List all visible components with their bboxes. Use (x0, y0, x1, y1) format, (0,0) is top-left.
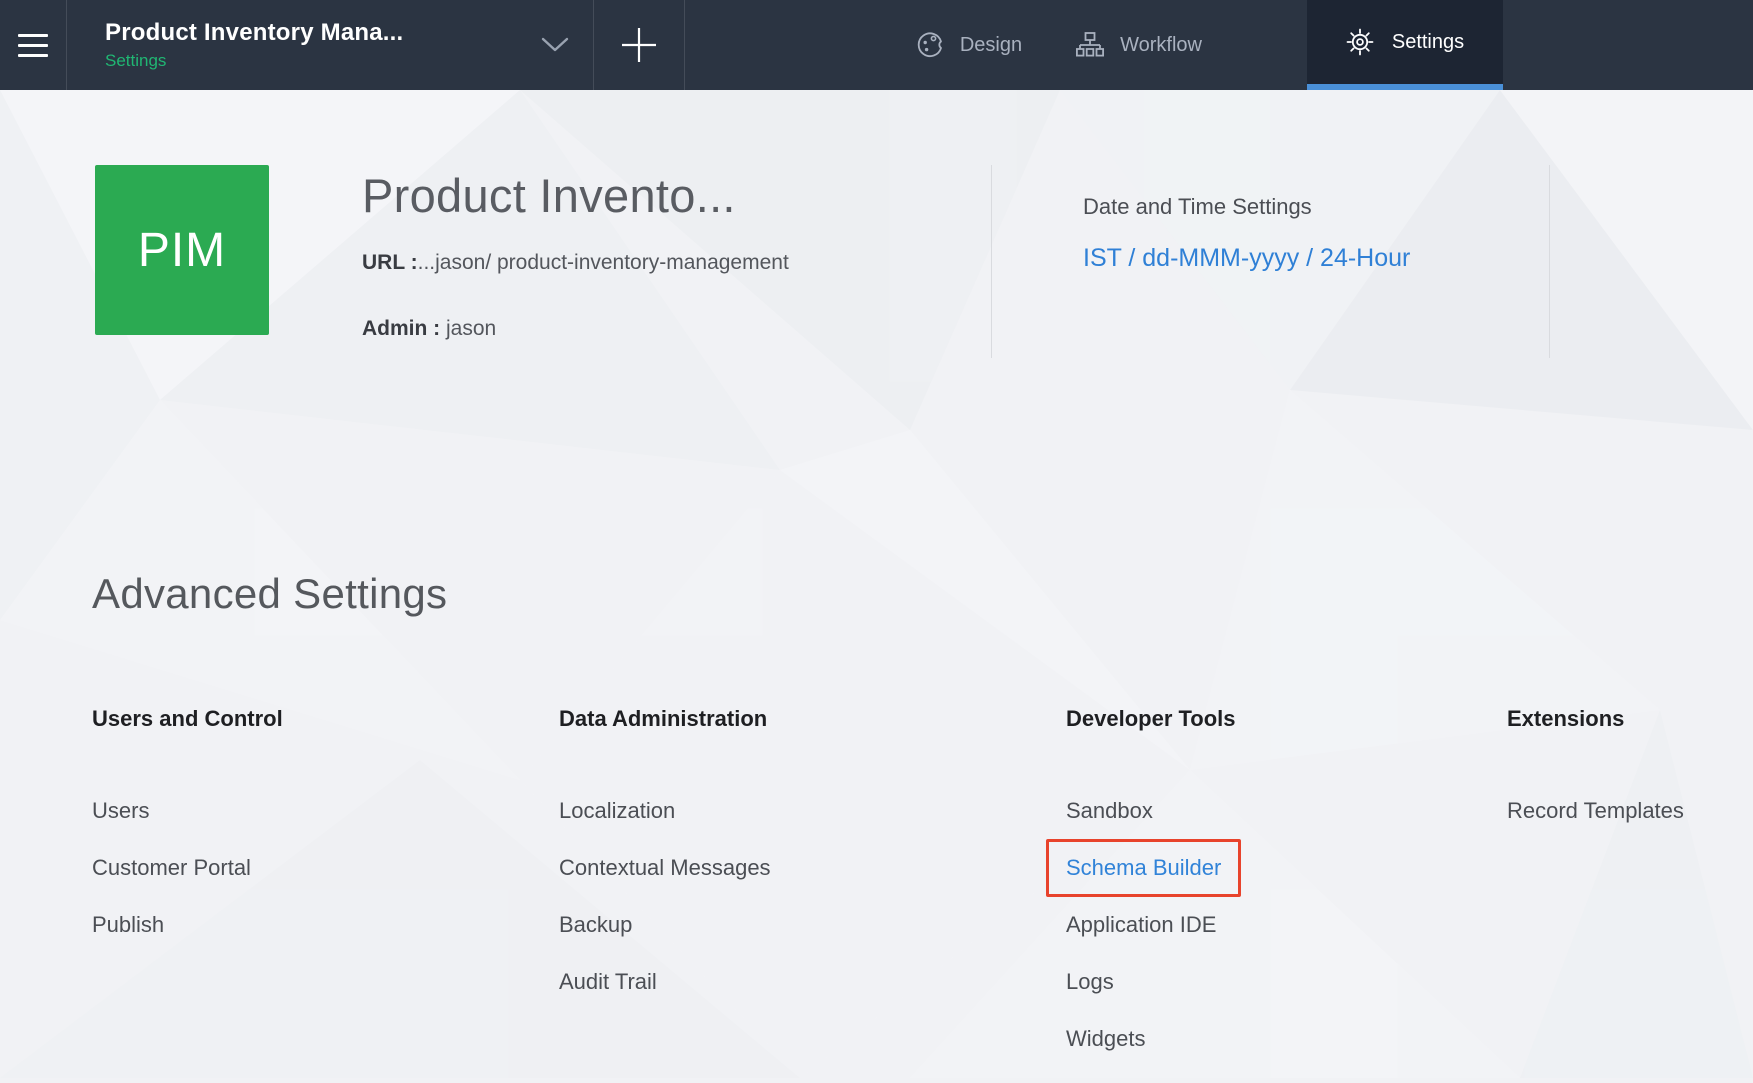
settings-link-backup[interactable]: Backup (559, 912, 632, 937)
settings-link-publish[interactable]: Publish (92, 912, 164, 937)
nav-tab-design[interactable]: Design (889, 0, 1049, 90)
list-item: Publish (92, 912, 283, 941)
settings-link-users[interactable]: Users (92, 798, 149, 823)
list-item: Contextual Messages (559, 855, 771, 884)
nav-label: Settings (1392, 31, 1464, 54)
app-tab-text: Product Inventory Mana... Settings (105, 19, 403, 71)
gear-icon (1346, 28, 1374, 56)
datetime-settings-heading: Date and Time Settings (1083, 194, 1312, 220)
workflow-icon (1076, 31, 1104, 59)
list-item: Localization (559, 798, 771, 827)
advanced-settings-heading: Advanced Settings (92, 570, 447, 618)
list-item: Users (92, 798, 283, 827)
chevron-down-icon (541, 37, 569, 53)
topbar: Product Inventory Mana... Settings Desig… (0, 0, 1753, 90)
topbar-nav: Design Workflow (889, 0, 1503, 90)
nav-label: Workflow (1120, 34, 1202, 57)
settings-link-localization[interactable]: Localization (559, 798, 675, 823)
column-header: Developer Tools (1066, 706, 1236, 732)
settings-link-customer-portal[interactable]: Customer Portal (92, 855, 251, 880)
admin-value: jason (446, 317, 496, 340)
app-admin-row: Admin : jason (362, 317, 496, 341)
settings-link-contextual-messages[interactable]: Contextual Messages (559, 855, 771, 880)
list-item: Record Templates (1507, 798, 1684, 827)
hamburger-menu-button[interactable] (0, 0, 67, 90)
settings-link-widgets[interactable]: Widgets (1066, 1026, 1145, 1051)
palette-icon (916, 31, 944, 59)
nav-label: Design (960, 34, 1022, 57)
list-item: Schema Builder (1066, 855, 1236, 884)
list-item: Widgets (1066, 1026, 1236, 1055)
settings-page: PIM Product Invento... URL :...jason/ pr… (0, 0, 1753, 1078)
vertical-divider (1549, 165, 1550, 358)
column-links: Localization Contextual Messages Backup Aud… (559, 798, 771, 998)
column-header: Extensions (1507, 706, 1684, 732)
column-links: Users Customer Portal Publish (92, 798, 283, 941)
list-item: Customer Portal (92, 855, 283, 884)
nav-tab-settings[interactable]: Settings (1307, 0, 1503, 90)
app-url-row: URL :...jason/ product-inventory-managem… (362, 251, 789, 275)
plus-icon (620, 26, 658, 64)
app-tab-subtitle: Settings (105, 51, 403, 71)
url-label: URL : (362, 251, 418, 274)
add-application-button[interactable] (594, 0, 685, 90)
topbar-spacer (685, 0, 889, 90)
column-header: Data Administration (559, 706, 771, 732)
datetime-settings-link[interactable]: IST / dd-MMM-yyyy / 24-Hour (1083, 244, 1410, 273)
list-item: Sandbox (1066, 798, 1236, 827)
hamburger-icon (18, 54, 48, 57)
settings-link-sandbox[interactable]: Sandbox (1066, 798, 1153, 823)
app-title: Product Invento... (362, 168, 736, 223)
settings-link-logs[interactable]: Logs (1066, 969, 1114, 994)
column-links: Sandbox Schema Builder Application IDE Logs… (1066, 798, 1236, 1055)
column-header: Users and Control (92, 706, 283, 732)
column-links: Record Templates (1507, 798, 1684, 827)
nav-tab-workflow[interactable]: Workflow (1049, 0, 1229, 90)
list-item: Logs (1066, 969, 1236, 998)
settings-link-audit-trail[interactable]: Audit Trail (559, 969, 657, 994)
app-tab-title: Product Inventory Mana... (105, 19, 403, 47)
hamburger-icon (18, 34, 48, 37)
admin-label: Admin : (362, 317, 440, 340)
settings-column-users-and-control: Users and Control Users Customer Portal Pub… (92, 706, 283, 969)
list-item: Backup (559, 912, 771, 941)
settings-column-data-administration: Data Administration Localization Contextua… (559, 706, 771, 1026)
hamburger-icon (18, 44, 48, 47)
settings-link-record-templates[interactable]: Record Templates (1507, 798, 1684, 823)
list-item: Audit Trail (559, 969, 771, 998)
settings-column-developer-tools: Developer Tools Sandbox Schema Builder Appl… (1066, 706, 1236, 1083)
settings-link-schema-builder[interactable]: Schema Builder (1046, 839, 1241, 897)
list-item: Application IDE (1066, 912, 1236, 941)
app-tab-selector[interactable]: Product Inventory Mana... Settings (67, 0, 594, 90)
vertical-divider (991, 165, 992, 358)
settings-column-extensions: Extensions Record Templates (1507, 706, 1684, 855)
url-value: ...jason/ product-inventory-management (418, 251, 789, 274)
app-icon-tile: PIM (95, 165, 269, 335)
settings-link-application-ide[interactable]: Application IDE (1066, 912, 1216, 937)
